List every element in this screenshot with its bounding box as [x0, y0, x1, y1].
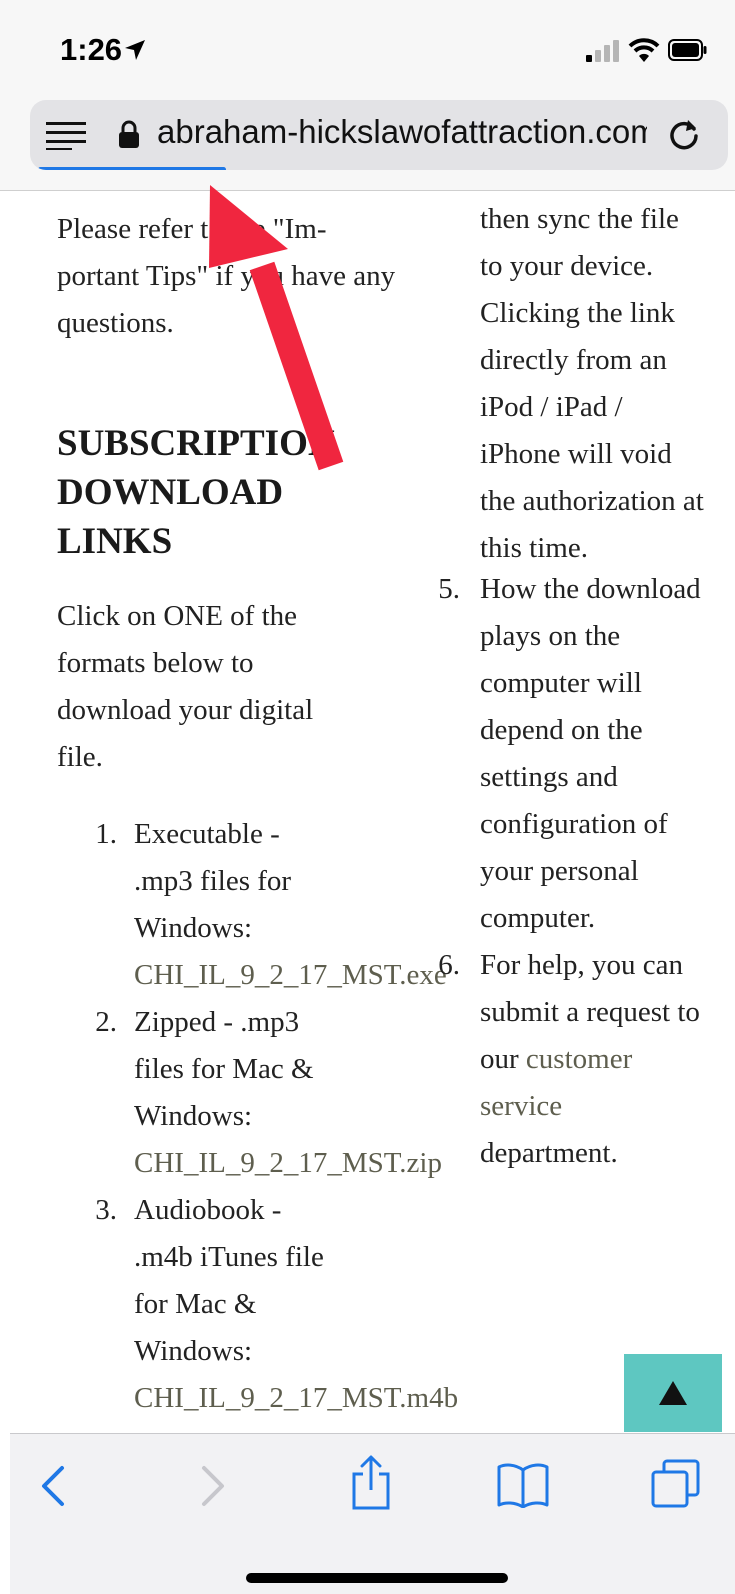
tabs-icon[interactable]	[650, 1458, 702, 1510]
tip-help: For help, you can submit a request to ou…	[480, 942, 705, 1177]
wifi-icon	[628, 38, 660, 62]
browser-toolbar	[10, 1433, 735, 1594]
list-item: 3. Audiobook - .m4b iTunes file for Mac …	[57, 1187, 477, 1422]
location-arrow-icon	[125, 40, 145, 60]
tip-continuation: then sync the file to your device. Click…	[480, 203, 704, 564]
list-item: 5. How the download plays on the compute…	[438, 566, 730, 942]
download-list: 1. Executable - .mp3 files for Windows: …	[57, 811, 477, 1422]
intro-text: Please refer to the "Im-portant Tips" if…	[57, 213, 396, 339]
list-item: 6. For help, you can submit a request to…	[438, 942, 730, 1177]
address-bar[interactable]: abraham-hickslawofattraction.com	[30, 100, 728, 170]
reader-view-icon[interactable]	[46, 120, 88, 150]
list-number: 3.	[95, 1194, 117, 1226]
bookmarks-icon[interactable]	[496, 1462, 550, 1508]
list-number: 2.	[95, 1006, 117, 1038]
triangle-up-icon	[659, 1381, 687, 1405]
download-link-m4b[interactable]: CHI_IL_9_2_17_MST.m4b	[134, 1375, 477, 1422]
battery-icon	[668, 39, 707, 61]
status-bar: 1:26	[0, 0, 735, 95]
page-load-progress	[38, 167, 226, 170]
download-link-zip[interactable]: CHI_IL_9_2_17_MST.zip	[134, 1140, 477, 1187]
download-label: Executable - .mp3 files for Windows:	[134, 818, 292, 944]
back-icon[interactable]	[40, 1464, 66, 1508]
tip-help-text-end: department.	[480, 1137, 618, 1169]
list-item: 1. Executable - .mp3 files for Windows: …	[57, 811, 477, 999]
reload-icon[interactable]	[666, 116, 702, 152]
cellular-signal-icon	[586, 40, 619, 62]
status-time: 1:26	[60, 32, 123, 67]
back-to-top-button[interactable]	[624, 1354, 722, 1432]
page-content[interactable]: Please refer to the "Im-portant Tips" if…	[0, 190, 735, 1433]
list-number: 1.	[95, 818, 117, 850]
address-bar-area: abraham-hickslawofattraction.com	[0, 95, 735, 191]
download-label: Audiobook - .m4b iTunes file for Mac & W…	[134, 1194, 324, 1367]
share-icon[interactable]	[350, 1454, 392, 1510]
tip-text: How the download plays on the computer w…	[480, 573, 701, 934]
tips-list: 5. How the download plays on the compute…	[438, 566, 730, 1177]
list-number: 6.	[438, 949, 460, 981]
forward-icon[interactable]	[200, 1464, 226, 1508]
list-item: 2. Zipped - .mp3 files for Mac & Windows…	[57, 999, 477, 1187]
list-number: 5.	[438, 573, 460, 605]
home-indicator	[246, 1573, 508, 1583]
instructions-text: Click on ONE of the formats below to dow…	[57, 600, 314, 773]
url-text[interactable]: abraham-hickslawofattraction.com	[157, 113, 647, 151]
download-label: Zipped - .mp3 files for Mac & Windows:	[134, 1006, 314, 1132]
section-heading: SUBSCRIPTION DOWNLOAD LINKS	[57, 423, 335, 562]
lock-icon	[119, 120, 139, 148]
